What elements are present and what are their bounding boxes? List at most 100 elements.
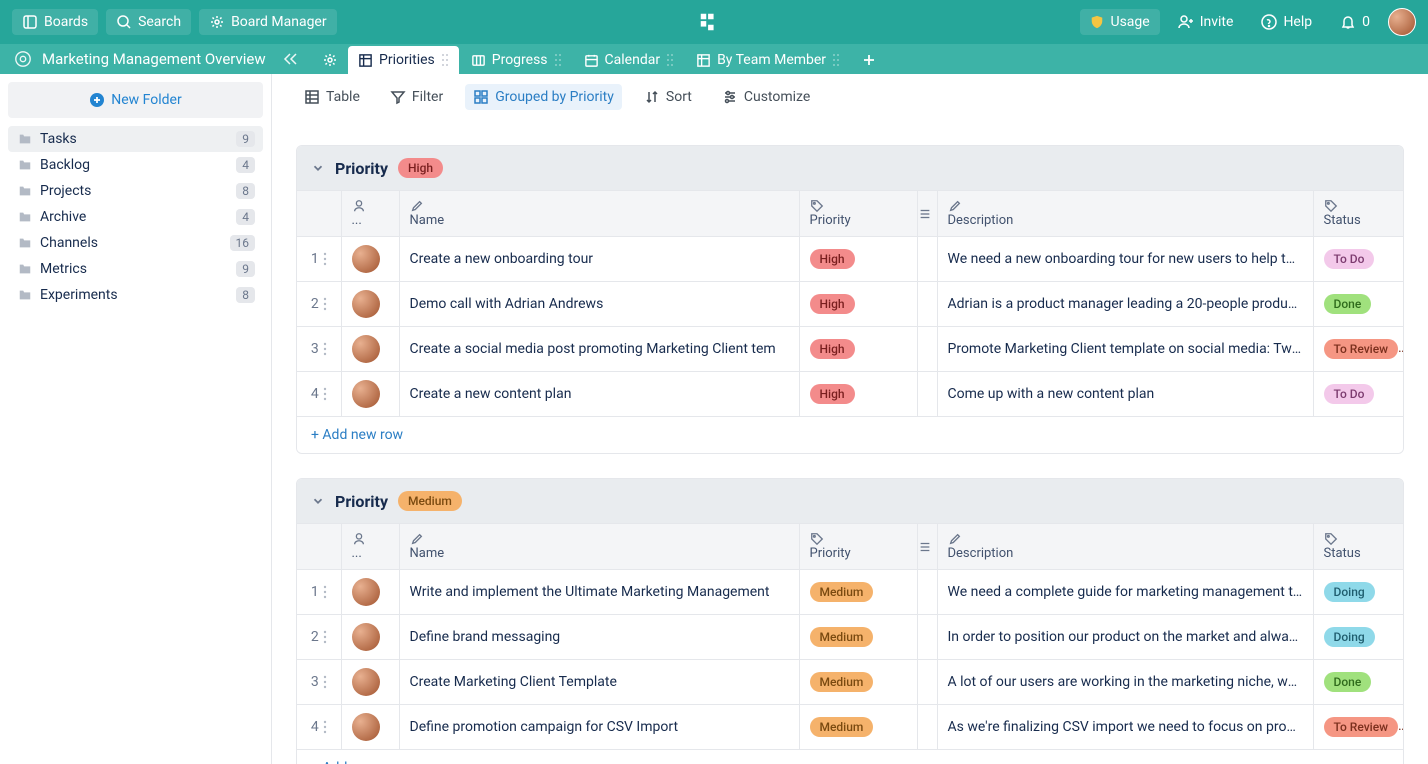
status-badge[interactable]: Done — [1324, 672, 1372, 692]
col-header-name[interactable]: Name — [399, 191, 799, 237]
col-header-priority[interactable]: Priority — [799, 191, 917, 237]
col-header-index[interactable] — [297, 191, 341, 237]
col-header-description[interactable]: Description — [937, 191, 1313, 237]
status-badge[interactable]: To Do — [1324, 384, 1375, 404]
status-badge[interactable]: To Do — [1324, 249, 1375, 269]
sort-button[interactable]: Sort — [636, 84, 700, 110]
row-menu-icon[interactable] — [323, 252, 327, 266]
board-title[interactable]: Marketing Management Overview — [42, 50, 272, 68]
cell-name[interactable]: Write and implement the Ultimate Marketi… — [399, 570, 799, 615]
table-row[interactable]: 2 Define brand messaging Medium In order… — [297, 615, 1403, 660]
sidebar-item-archive[interactable]: Archive 4 — [8, 204, 263, 230]
sidebar-item-channels[interactable]: Channels 16 — [8, 230, 263, 256]
status-badge[interactable]: Doing — [1324, 627, 1375, 647]
priority-badge[interactable]: Medium — [810, 717, 874, 737]
cell-name[interactable]: Create Marketing Client Template — [399, 660, 799, 705]
help-button[interactable]: Help — [1251, 9, 1322, 35]
cell-description[interactable]: Adrian is a product manager leading a 20… — [937, 282, 1313, 327]
priority-badge[interactable]: High — [810, 384, 855, 404]
col-header-status[interactable]: Status — [1313, 191, 1403, 237]
table-row[interactable]: 3 Create a social media post promoting M… — [297, 327, 1403, 372]
board-manager-button[interactable]: Board Manager — [199, 9, 337, 35]
search-button[interactable]: Search — [106, 9, 191, 35]
assignee-avatar[interactable] — [352, 668, 380, 696]
col-header-assignee[interactable]: ... — [341, 524, 399, 570]
assignee-avatar[interactable] — [352, 290, 380, 318]
col-header-unknown[interactable] — [917, 524, 937, 570]
customize-button[interactable]: Customize — [714, 84, 818, 110]
new-folder-button[interactable]: New Folder — [8, 82, 263, 118]
status-badge[interactable]: To Review — [1324, 339, 1399, 359]
add-row-button[interactable]: + Add new row — [297, 416, 1403, 453]
row-menu-icon[interactable] — [323, 585, 327, 599]
cell-name[interactable]: Define promotion campaign for CSV Import — [399, 705, 799, 750]
cell-name[interactable]: Demo call with Adrian Andrews — [399, 282, 799, 327]
cell-description[interactable]: A lot of our users are working in the ma… — [937, 660, 1313, 705]
priority-badge[interactable]: High — [810, 339, 855, 359]
col-header-description[interactable]: Description — [937, 524, 1313, 570]
cell-description[interactable]: Come up with a new content plan — [937, 372, 1313, 417]
tab-priorities[interactable]: Priorities — [348, 46, 459, 74]
assignee-avatar[interactable] — [352, 335, 380, 363]
sidebar-item-backlog[interactable]: Backlog 4 — [8, 152, 263, 178]
sidebar-item-projects[interactable]: Projects 8 — [8, 178, 263, 204]
row-menu-icon[interactable] — [323, 630, 327, 644]
group-header[interactable]: Priority High — [297, 146, 1403, 190]
table-view-button[interactable]: Table — [296, 84, 368, 110]
table-row[interactable]: 1 Create a new onboarding tour High We n… — [297, 237, 1403, 282]
user-avatar[interactable] — [1388, 8, 1416, 36]
notifications-button[interactable]: 0 — [1330, 9, 1380, 35]
cell-name[interactable]: Create a social media post promoting Mar… — [399, 327, 799, 372]
boards-button[interactable]: Boards — [12, 9, 98, 35]
assignee-avatar[interactable] — [352, 245, 380, 273]
col-header-status[interactable]: Status — [1313, 524, 1403, 570]
collapse-sidebar-icon[interactable] — [282, 51, 298, 67]
status-badge[interactable]: To Review — [1324, 717, 1399, 737]
table-row[interactable]: 4 Define promotion campaign for CSV Impo… — [297, 705, 1403, 750]
table-row[interactable]: 1 Write and implement the Ultimate Marke… — [297, 570, 1403, 615]
grouped-by-button[interactable]: Grouped by Priority — [465, 84, 622, 110]
filter-button[interactable]: Filter — [382, 84, 451, 110]
assignee-avatar[interactable] — [352, 380, 380, 408]
table-row[interactable]: 3 Create Marketing Client Template Mediu… — [297, 660, 1403, 705]
tab-calendar[interactable]: Calendar — [574, 46, 685, 74]
sidebar-item-metrics[interactable]: Metrics 9 — [8, 256, 263, 282]
col-header-assignee[interactable]: ... — [341, 191, 399, 237]
col-header-name[interactable]: Name — [399, 524, 799, 570]
cell-name[interactable]: Create a new onboarding tour — [399, 237, 799, 282]
col-header-unknown[interactable] — [917, 191, 937, 237]
chevron-down-icon[interactable] — [311, 161, 325, 175]
priority-badge[interactable]: High — [810, 294, 855, 314]
cell-description[interactable]: We need a complete guide for marketing m… — [937, 570, 1313, 615]
add-row-button[interactable]: + Add new row — [297, 749, 1403, 764]
usage-button[interactable]: Usage — [1080, 9, 1159, 35]
assignee-avatar[interactable] — [352, 713, 380, 741]
status-badge[interactable]: Doing — [1324, 582, 1375, 602]
sidebar-item-experiments[interactable]: Experiments 8 — [8, 282, 263, 308]
cell-description[interactable]: In order to position our product on the … — [937, 615, 1313, 660]
sidebar-item-tasks[interactable]: Tasks 9 — [8, 126, 263, 152]
priority-badge[interactable]: Medium — [810, 582, 874, 602]
row-menu-icon[interactable] — [323, 342, 327, 356]
table-row[interactable]: 2 Demo call with Adrian Andrews High Adr… — [297, 282, 1403, 327]
chevron-down-icon[interactable] — [311, 494, 325, 508]
view-settings-button[interactable] — [314, 46, 346, 74]
col-header-index[interactable] — [297, 524, 341, 570]
table-row[interactable]: 4 Create a new content plan High Come up… — [297, 372, 1403, 417]
row-menu-icon[interactable] — [323, 297, 327, 311]
cell-name[interactable]: Create a new content plan — [399, 372, 799, 417]
priority-badge[interactable]: High — [810, 249, 855, 269]
col-header-priority[interactable]: Priority — [799, 524, 917, 570]
visibility-icon[interactable] — [14, 50, 32, 68]
invite-button[interactable]: Invite — [1168, 9, 1244, 35]
tab-by-team-member[interactable]: By Team Member — [686, 46, 850, 74]
cell-description[interactable]: We need a new onboarding tour for new us… — [937, 237, 1313, 282]
row-menu-icon[interactable] — [323, 720, 327, 734]
assignee-avatar[interactable] — [352, 578, 380, 606]
cell-name[interactable]: Define brand messaging — [399, 615, 799, 660]
assignee-avatar[interactable] — [352, 623, 380, 651]
row-menu-icon[interactable] — [323, 675, 327, 689]
group-header[interactable]: Priority Medium — [297, 479, 1403, 523]
tab-progress[interactable]: Progress — [461, 46, 572, 74]
row-menu-icon[interactable] — [323, 387, 327, 401]
